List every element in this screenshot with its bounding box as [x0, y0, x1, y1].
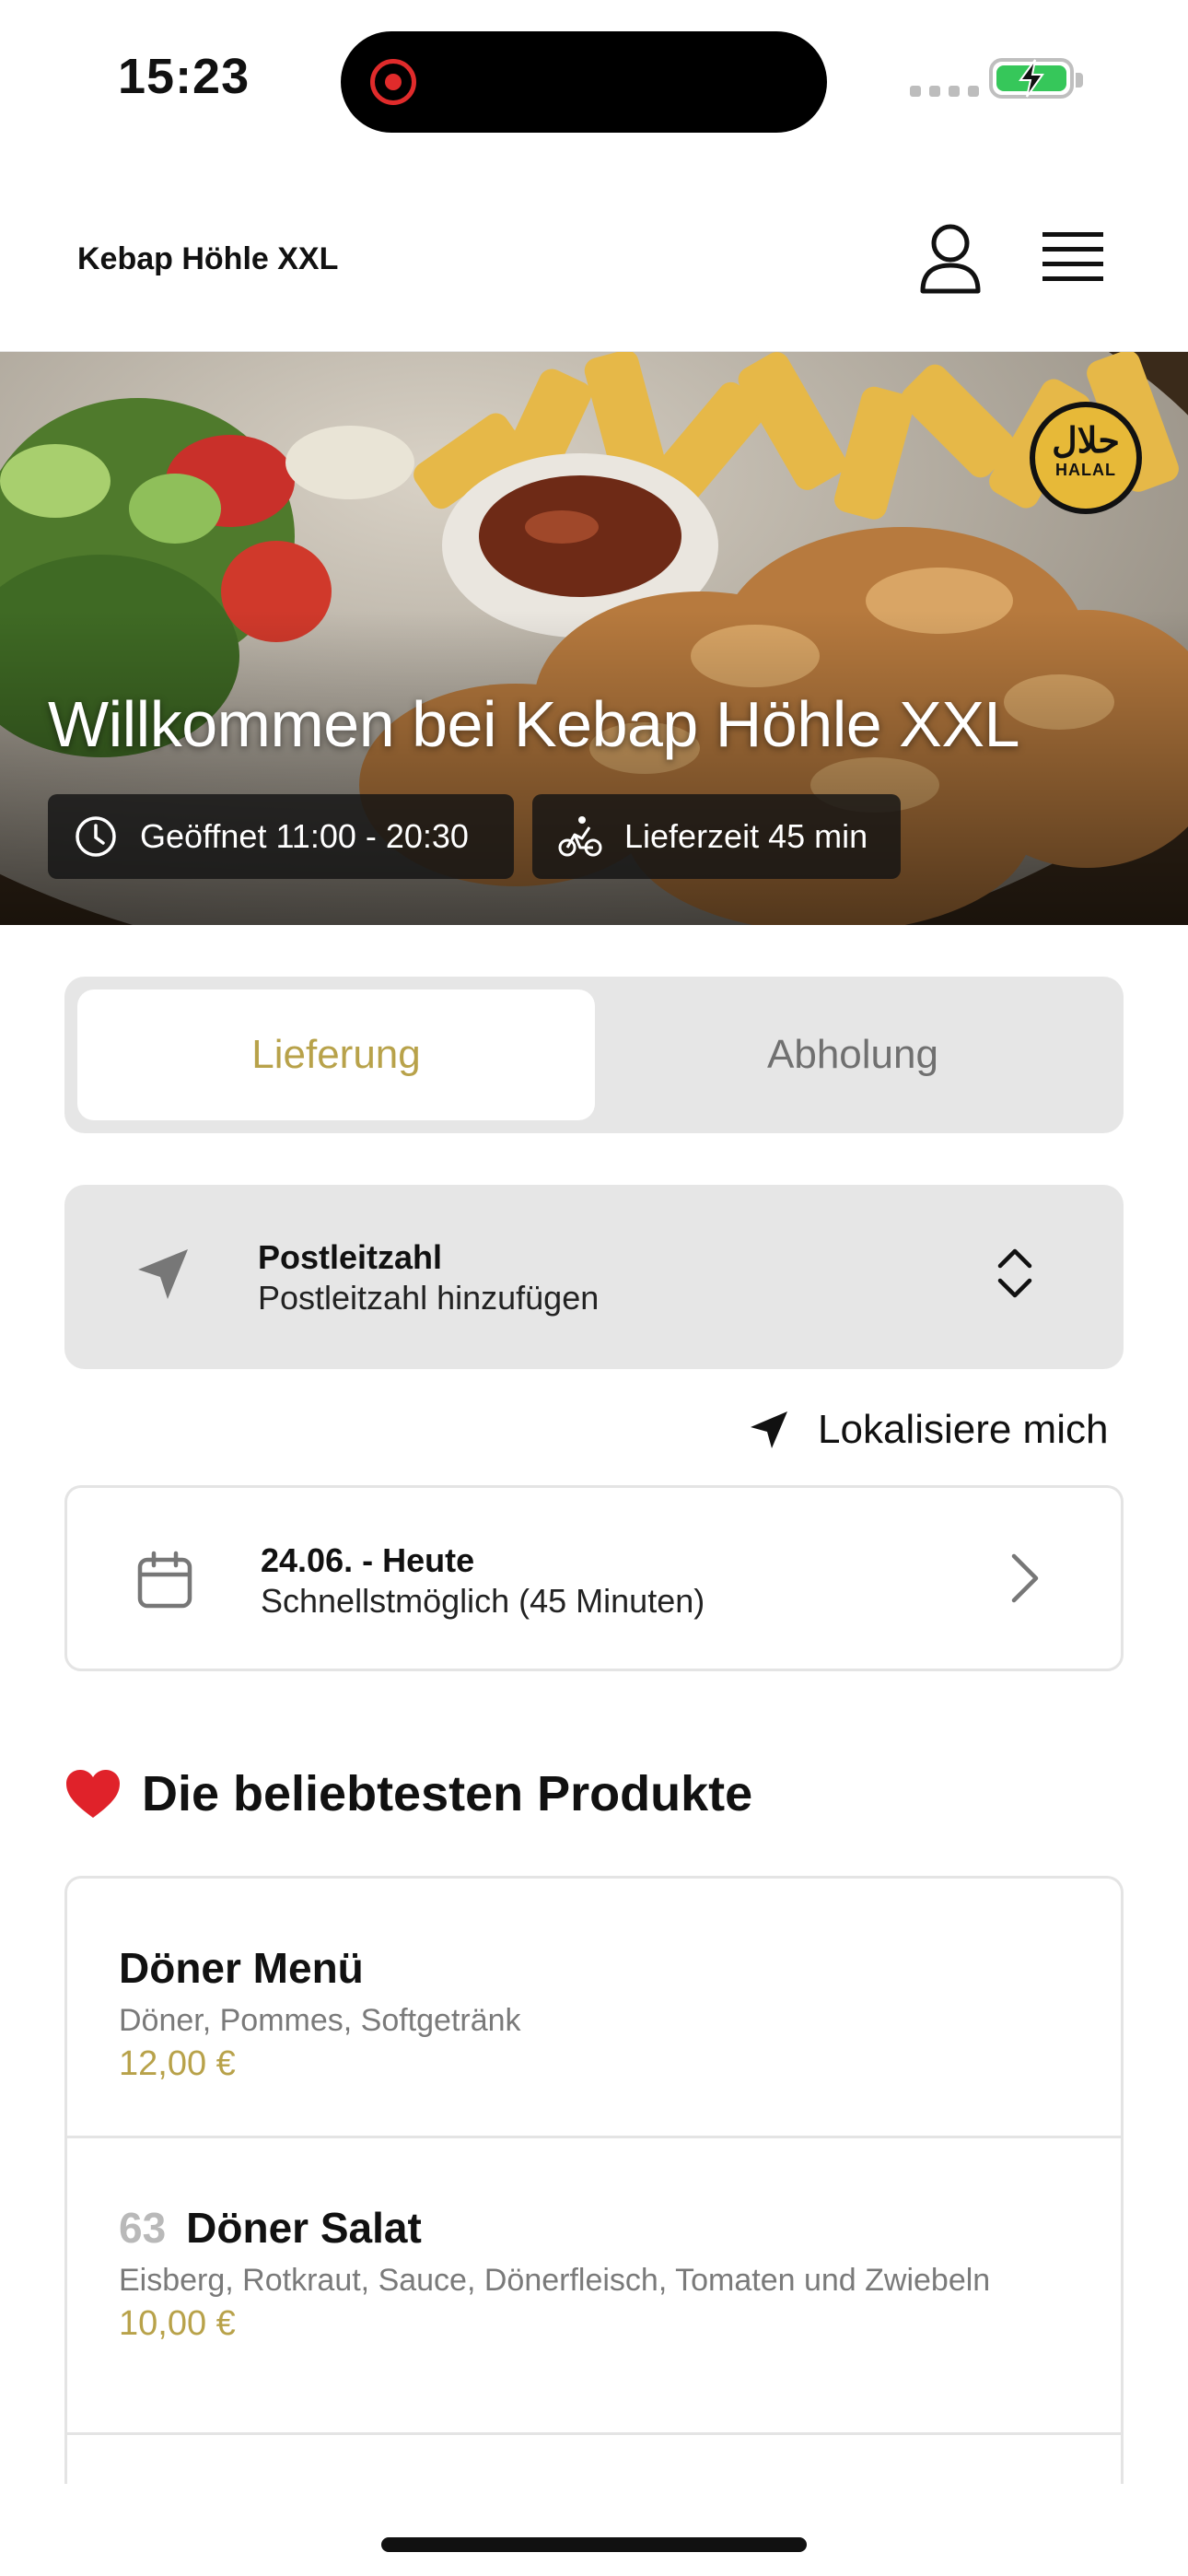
- order-mode-toggle: Lieferung Abholung: [64, 977, 1124, 1133]
- product-description: Eisberg, Rotkraut, Sauce, Dönerfleisch, …: [119, 2263, 991, 2298]
- status-time: 15:23: [118, 49, 250, 104]
- product-number: 63: [119, 2204, 167, 2252]
- hamburger-menu-icon: [1042, 232, 1103, 281]
- schedule-date: 24.06. - Heute: [261, 1541, 475, 1579]
- product-name: Döner Menü: [119, 1944, 364, 1992]
- account-button[interactable]: [915, 221, 985, 295]
- product-name: Döner Salat: [186, 2204, 422, 2252]
- bike-courier-icon: [558, 816, 602, 857]
- dynamic-island: [341, 31, 827, 133]
- delivery-time-text: Lieferzeit 45 min: [624, 817, 868, 855]
- schedule-time: Schnellstmöglich (45 Minuten): [261, 1582, 705, 1620]
- localize-me-button[interactable]: Lokalisiere mich: [748, 1400, 1108, 1459]
- user-icon: [920, 224, 981, 294]
- hero-title: Willkommen bei Kebap Höhle XXL: [48, 688, 1019, 760]
- brand-name[interactable]: Kebap Höhle XXL: [77, 241, 338, 277]
- battery-charging-icon: [989, 58, 1083, 99]
- heart-icon: [66, 1770, 120, 1818]
- product-price: 12,00 €: [119, 2044, 236, 2083]
- calendar-icon: [137, 1551, 192, 1609]
- product-item[interactable]: 63 Döner Salat Eisberg, Rotkraut, Sauce,…: [67, 2138, 1121, 2435]
- cellular-signal-icon: [910, 86, 979, 97]
- postcode-label: Postleitzahl: [258, 1238, 443, 1276]
- postcode-selector[interactable]: Postleitzahl Postleitzahl hinzufügen: [64, 1185, 1124, 1369]
- product-list: Döner Menü Döner, Pommes, Softgetränk 12…: [64, 1876, 1124, 2484]
- app-header: Kebap Höhle XXL: [0, 184, 1188, 352]
- recording-indicator-icon: [370, 59, 416, 105]
- localize-me-label: Lokalisiere mich: [818, 1407, 1109, 1452]
- product-description: Döner, Pommes, Softgetränk: [119, 2003, 521, 2038]
- opening-hours-chip: Geöffnet 11:00 - 20:30: [48, 794, 514, 879]
- product-name-row: 63 Döner Salat: [119, 2203, 1069, 2253]
- status-bar: 15:23: [0, 0, 1188, 157]
- halal-badge: حلال HALAL: [1030, 402, 1142, 514]
- delivery-schedule-selector[interactable]: 24.06. - Heute Schnellstmöglich (45 Minu…: [64, 1485, 1124, 1671]
- home-indicator[interactable]: [381, 2537, 807, 2552]
- tab-delivery[interactable]: Lieferung: [77, 989, 595, 1120]
- clock-icon: [76, 816, 116, 857]
- product-name-row: Döner Menü: [119, 1943, 1069, 1993]
- delivery-time-chip: Lieferzeit 45 min: [532, 794, 901, 879]
- product-item[interactable]: Döner Menü Döner, Pommes, Softgetränk 12…: [67, 1879, 1121, 2138]
- halal-badge-label: HALAL: [1055, 461, 1116, 479]
- opening-hours-text: Geöffnet 11:00 - 20:30: [140, 817, 469, 855]
- chevron-up-down-icon: [997, 1248, 1032, 1298]
- postcode-placeholder: Postleitzahl hinzufügen: [258, 1279, 600, 1317]
- tab-pickup[interactable]: Abholung: [595, 989, 1111, 1120]
- popular-products-title: Die beliebtesten Produkte: [142, 1766, 753, 1821]
- popular-products-heading: Die beliebtesten Produkte: [64, 1765, 752, 1822]
- hero-banner: حلال HALAL Willkommen bei Kebap Höhle XX…: [0, 352, 1188, 925]
- product-price: 10,00 €: [119, 2304, 236, 2343]
- chevron-right-icon: [1011, 1553, 1039, 1603]
- halal-badge-arabic: حلال: [1052, 419, 1120, 461]
- menu-button[interactable]: [1041, 228, 1105, 287]
- location-arrow-icon: [751, 1411, 787, 1448]
- location-arrow-icon: [138, 1249, 188, 1299]
